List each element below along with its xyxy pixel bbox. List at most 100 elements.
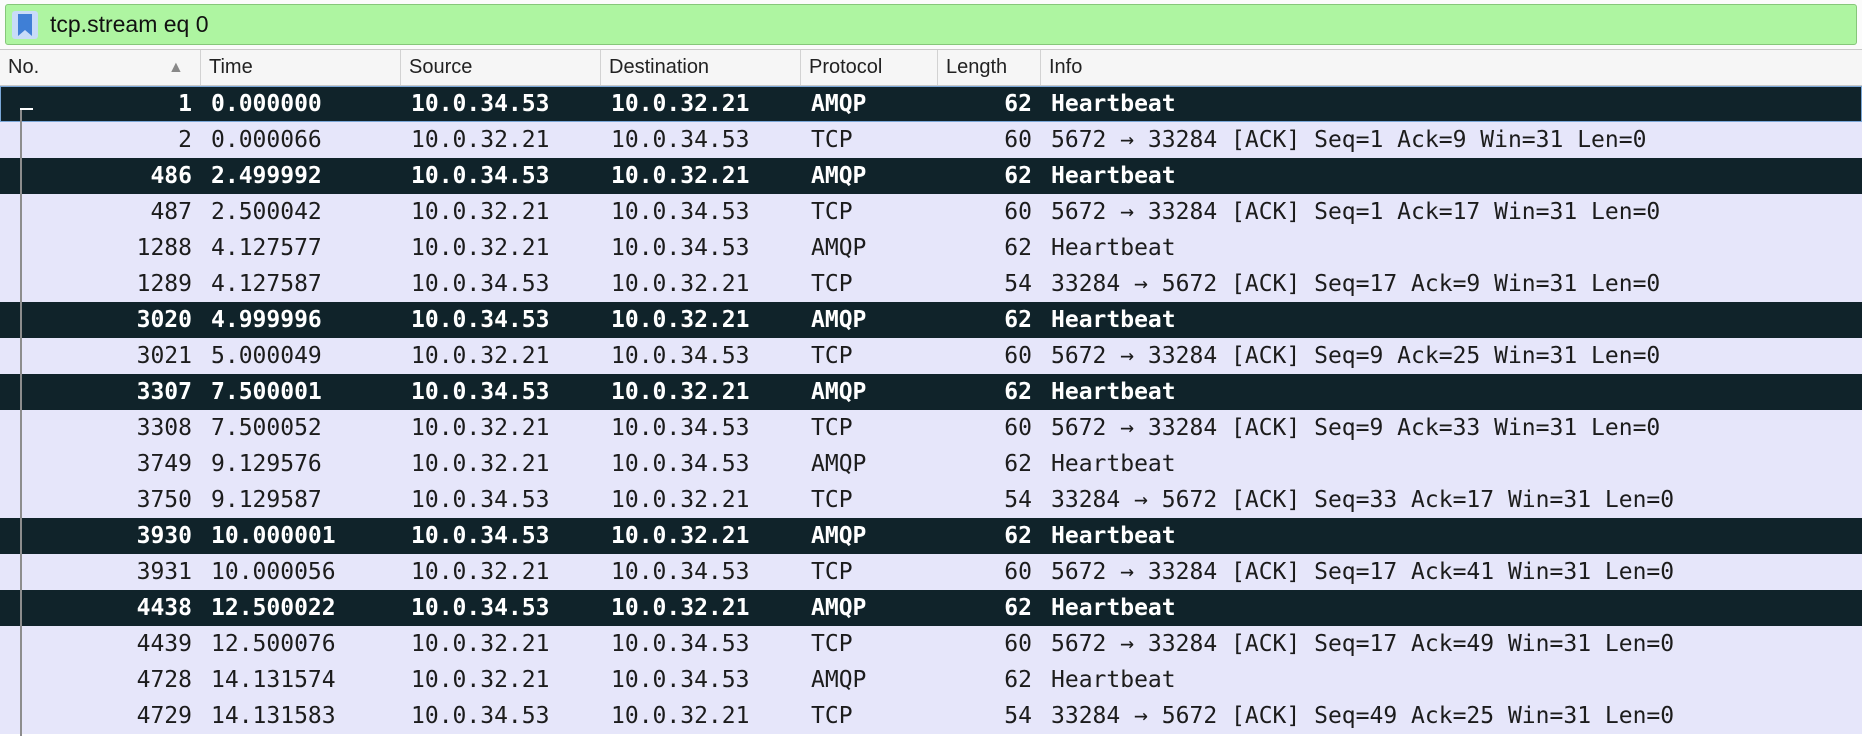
packet-destination: 10.0.32.21: [611, 307, 750, 333]
packet-length: 62: [1004, 91, 1032, 117]
packet-time: 14.131583: [211, 703, 336, 729]
packet-row[interactable]: 3020 4.999996 10.0.34.53 10.0.32.21 AMQP…: [0, 302, 1862, 338]
packet-length: 62: [1004, 163, 1032, 189]
packet-source: 10.0.32.21: [411, 451, 550, 477]
packet-protocol: TCP: [811, 343, 853, 369]
packet-row[interactable]: 4729 14.131583 10.0.34.53 10.0.32.21 TCP…: [0, 698, 1862, 734]
packet-time: 12.500022: [211, 595, 336, 621]
packet-time: 4.999996: [211, 307, 322, 333]
packet-row[interactable]: 2 0.000066 10.0.32.21 10.0.34.53 TCP 60 …: [0, 122, 1862, 158]
packet-source: 10.0.34.53: [411, 523, 550, 549]
column-header-time[interactable]: Time: [200, 50, 400, 85]
column-header-protocol[interactable]: Protocol: [800, 50, 937, 85]
packet-row[interactable]: 4438 12.500022 10.0.34.53 10.0.32.21 AMQ…: [0, 590, 1862, 626]
packet-source: 10.0.32.21: [411, 559, 550, 585]
packet-source: 10.0.34.53: [411, 595, 550, 621]
conversation-bracket: [20, 108, 22, 736]
packet-info: Heartbeat: [1051, 307, 1176, 333]
packet-length: 62: [1004, 307, 1032, 333]
packet-length: 62: [1004, 235, 1032, 261]
packet-info: 33284 → 5672 [ACK] Seq=49 Ack=25 Win=31 …: [1051, 703, 1675, 729]
packet-row[interactable]: 3021 5.000049 10.0.32.21 10.0.34.53 TCP …: [0, 338, 1862, 374]
packet-info: Heartbeat: [1051, 235, 1176, 261]
packet-info: 33284 → 5672 [ACK] Seq=33 Ack=17 Win=31 …: [1051, 487, 1675, 513]
packet-info: Heartbeat: [1051, 91, 1176, 117]
packet-length: 62: [1004, 523, 1032, 549]
packet-row[interactable]: 3749 9.129576 10.0.32.21 10.0.34.53 AMQP…: [0, 446, 1862, 482]
sort-ascending-icon: ▲: [168, 59, 184, 76]
packet-destination: 10.0.34.53: [611, 667, 750, 693]
packet-time: 2.499992: [211, 163, 322, 189]
column-header-info[interactable]: Info: [1040, 50, 1862, 85]
packet-row[interactable]: 486 2.499992 10.0.34.53 10.0.32.21 AMQP …: [0, 158, 1862, 194]
packet-source: 10.0.34.53: [411, 271, 550, 297]
display-filter-value[interactable]: tcp.stream eq 0: [50, 5, 209, 44]
column-header-no[interactable]: No.: [0, 50, 168, 85]
packet-source: 10.0.32.21: [411, 415, 550, 441]
packet-no: 1: [178, 91, 192, 117]
column-header-destination-label: Destination: [609, 56, 710, 78]
packet-source: 10.0.34.53: [411, 91, 550, 117]
packet-source: 10.0.32.21: [411, 235, 550, 261]
packet-row[interactable]: 3307 7.500001 10.0.34.53 10.0.32.21 AMQP…: [0, 374, 1862, 410]
packet-source: 10.0.34.53: [411, 163, 550, 189]
packet-protocol: AMQP: [811, 235, 867, 261]
packet-no: 3021: [136, 343, 192, 369]
packet-info: Heartbeat: [1051, 595, 1176, 621]
column-header-length-label: Length: [946, 56, 1008, 78]
packet-info: 33284 → 5672 [ACK] Seq=17 Ack=9 Win=31 L…: [1051, 271, 1661, 297]
packet-time: 10.000056: [211, 559, 336, 585]
packet-time: 5.000049: [211, 343, 322, 369]
packet-destination: 10.0.32.21: [611, 703, 750, 729]
packet-length: 54: [1004, 703, 1032, 729]
packet-row[interactable]: 487 2.500042 10.0.32.21 10.0.34.53 TCP 6…: [0, 194, 1862, 230]
packet-info: Heartbeat: [1051, 163, 1176, 189]
column-header-no-label: No.: [8, 56, 40, 78]
column-header-protocol-label: Protocol: [809, 56, 883, 78]
packet-protocol: AMQP: [811, 451, 867, 477]
packet-row[interactable]: 3931 10.000056 10.0.32.21 10.0.34.53 TCP…: [0, 554, 1862, 590]
column-header-length[interactable]: Length: [937, 50, 1040, 85]
packet-row[interactable]: 3930 10.000001 10.0.34.53 10.0.32.21 AMQ…: [0, 518, 1862, 554]
packet-destination: 10.0.34.53: [611, 199, 750, 225]
packet-protocol: AMQP: [811, 667, 867, 693]
packet-destination: 10.0.32.21: [611, 487, 750, 513]
packet-destination: 10.0.34.53: [611, 451, 750, 477]
display-filter-toolbar: tcp.stream eq 0: [0, 0, 1862, 50]
packet-source: 10.0.32.21: [411, 199, 550, 225]
column-header-info-label: Info: [1049, 56, 1083, 78]
packet-row[interactable]: 4728 14.131574 10.0.32.21 10.0.34.53 AMQ…: [0, 662, 1862, 698]
packet-protocol: TCP: [811, 703, 853, 729]
packet-destination: 10.0.32.21: [611, 163, 750, 189]
packet-destination: 10.0.34.53: [611, 343, 750, 369]
packet-row[interactable]: 3308 7.500052 10.0.32.21 10.0.34.53 TCP …: [0, 410, 1862, 446]
packet-no: 3308: [136, 415, 192, 441]
packet-length: 54: [1004, 487, 1032, 513]
column-header-destination[interactable]: Destination: [600, 50, 800, 85]
conversation-bracket-start: [20, 108, 33, 110]
bookmark-icon[interactable]: [12, 11, 38, 39]
packet-info: 5672 → 33284 [ACK] Seq=17 Ack=41 Win=31 …: [1051, 559, 1675, 585]
packet-row[interactable]: 1288 4.127577 10.0.32.21 10.0.34.53 AMQP…: [0, 230, 1862, 266]
packet-row[interactable]: 3750 9.129587 10.0.34.53 10.0.32.21 TCP …: [0, 482, 1862, 518]
column-header-source[interactable]: Source: [400, 50, 600, 85]
packet-protocol: TCP: [811, 127, 853, 153]
packet-source: 10.0.34.53: [411, 307, 550, 333]
packet-list: 1 0.000000 10.0.34.53 10.0.32.21 AMQP 62…: [0, 86, 1862, 734]
packet-info: 5672 → 33284 [ACK] Seq=1 Ack=9 Win=31 Le…: [1051, 127, 1647, 153]
packet-row[interactable]: 1 0.000000 10.0.34.53 10.0.32.21 AMQP 62…: [0, 86, 1862, 122]
packet-destination: 10.0.32.21: [611, 595, 750, 621]
column-header-time-label: Time: [209, 56, 253, 78]
packet-destination: 10.0.32.21: [611, 523, 750, 549]
packet-no: 3750: [136, 487, 192, 513]
packet-time: 7.500001: [211, 379, 322, 405]
packet-source: 10.0.32.21: [411, 127, 550, 153]
packet-protocol: TCP: [811, 415, 853, 441]
packet-source: 10.0.34.53: [411, 703, 550, 729]
packet-row[interactable]: 1289 4.127587 10.0.34.53 10.0.32.21 TCP …: [0, 266, 1862, 302]
packet-destination: 10.0.34.53: [611, 235, 750, 261]
packet-protocol: AMQP: [811, 523, 867, 549]
packet-row[interactable]: 4439 12.500076 10.0.32.21 10.0.34.53 TCP…: [0, 626, 1862, 662]
packet-protocol: TCP: [811, 559, 853, 585]
display-filter-input[interactable]: tcp.stream eq 0: [5, 4, 1857, 45]
